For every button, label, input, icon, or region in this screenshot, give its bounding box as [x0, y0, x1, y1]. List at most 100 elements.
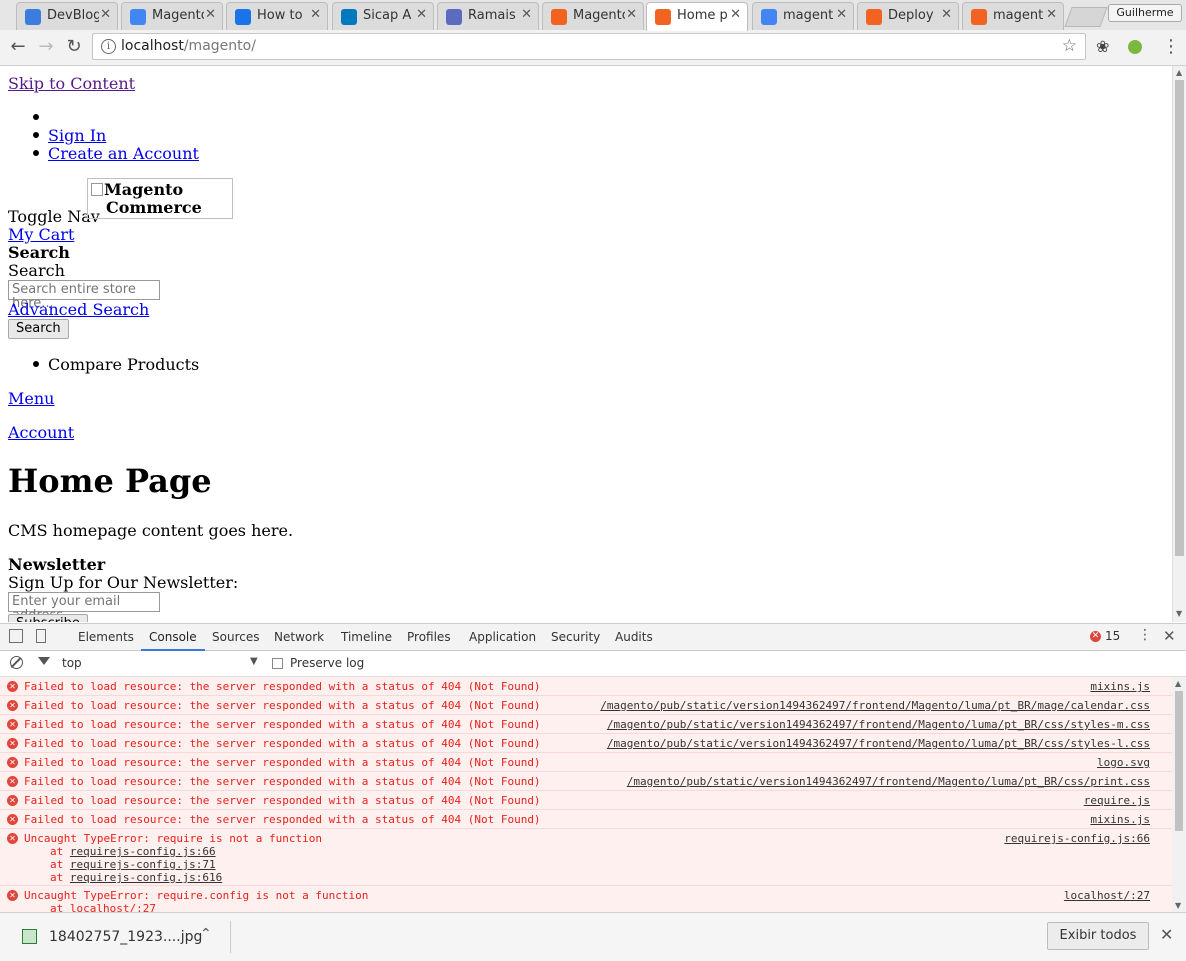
browser-tab[interactable]: magent ✕	[752, 2, 854, 30]
tab-close-icon[interactable]: ✕	[100, 7, 111, 22]
error-source-link[interactable]: /magento/pub/static/version1494362497/fr…	[607, 737, 1150, 750]
search-label: Search	[8, 261, 65, 280]
tab-close-icon[interactable]: ✕	[730, 7, 741, 22]
extension-bug-icon[interactable]: ❀	[1096, 37, 1109, 56]
error-source-link[interactable]: /magento/pub/static/version1494362497/fr…	[627, 775, 1150, 788]
newsletter-email-input[interactable]: Enter your email address	[8, 592, 160, 622]
stack-frame-link[interactable]: requirejs-config.js:616	[70, 871, 222, 884]
scroll-down-icon[interactable]: ▼	[1175, 901, 1181, 910]
site-info-icon[interactable]: i	[101, 39, 116, 54]
error-source-link[interactable]: requirejs-config.js:66	[1004, 832, 1150, 845]
error-source-link[interactable]: logo.svg	[1097, 756, 1150, 769]
extension-status-icon[interactable]	[1128, 40, 1142, 54]
browser-tab[interactable]: Magento ✕	[121, 2, 223, 30]
error-source-link[interactable]: mixins.js	[1090, 813, 1150, 826]
scroll-up-icon[interactable]: ▲	[1176, 68, 1182, 77]
my-cart-link[interactable]: My Cart	[8, 225, 74, 244]
browser-tab[interactable]: DevBlog ✕	[16, 2, 118, 30]
console-error-row: ✕ Failed to load resource: the server res…	[0, 810, 1172, 829]
list-bullet	[33, 114, 39, 120]
error-text: Failed to load resource: the server resp…	[24, 737, 541, 750]
clear-console-icon[interactable]	[10, 656, 23, 669]
stack-frame: at requirejs-config.js:616	[50, 871, 222, 884]
devtools-tab-console[interactable]: Console	[141, 630, 205, 651]
new-tab-button[interactable]	[1064, 7, 1108, 27]
filter-icon[interactable]	[38, 657, 50, 665]
tab-favicon-icon	[130, 9, 146, 25]
address-bar[interactable]: i localhost/magento/ ☆	[92, 33, 1086, 60]
tab-close-icon[interactable]: ✕	[416, 7, 427, 22]
account-link[interactable]: Account	[8, 423, 74, 442]
browser-tab[interactable]: Sicap A ✕	[332, 2, 434, 30]
stack-prefix: at	[50, 871, 64, 884]
page-scrollbar[interactable]: ▲ ▼	[1172, 66, 1186, 622]
stack-frame-link[interactable]: requirejs-config.js:66	[70, 845, 216, 858]
store-logo[interactable]: Magento Commerce	[87, 178, 233, 219]
inspect-element-icon[interactable]	[9, 629, 23, 643]
logo-alt-text: Magento	[104, 180, 184, 199]
browser-tab[interactable]: Magento ✕	[542, 2, 644, 30]
scroll-down-icon[interactable]: ▼	[1176, 609, 1182, 618]
browser-tab[interactable]: Home p ✕	[646, 2, 748, 31]
advanced-search-link[interactable]: Advanced Search	[8, 300, 149, 319]
menu-link[interactable]: Menu	[8, 389, 54, 408]
skip-to-content-link[interactable]: Skip to Content	[8, 74, 135, 93]
browser-menu-icon[interactable]: ⋮	[1162, 36, 1180, 57]
devtools-menu-icon[interactable]: ⋮	[1138, 627, 1152, 643]
forward-icon[interactable]: →	[36, 37, 56, 57]
tab-close-icon[interactable]: ✕	[205, 7, 216, 22]
create-account-link[interactable]: Create an Account	[48, 144, 199, 163]
error-counter[interactable]: ✕ 15	[1090, 629, 1120, 643]
tab-close-icon[interactable]: ✕	[521, 7, 532, 22]
devtools-tab-elements[interactable]: Elements	[78, 630, 134, 644]
error-source-link[interactable]: mixins.js	[1090, 680, 1150, 693]
device-toolbar-icon[interactable]	[36, 629, 46, 643]
console-error-row: ✕ Uncaught TypeError: require.config is …	[0, 886, 1172, 913]
tab-close-icon[interactable]: ✕	[310, 7, 321, 22]
close-download-bar-icon[interactable]: ✕	[1160, 925, 1173, 944]
bookmark-star-icon[interactable]: ☆	[1062, 36, 1077, 56]
devtools-tab-application[interactable]: Application	[469, 630, 536, 644]
preserve-log-checkbox[interactable]	[272, 658, 283, 669]
scrollbar-thumb[interactable]	[1175, 691, 1183, 831]
devtools-tab-timeline[interactable]: Timeline	[341, 630, 392, 644]
browser-tab[interactable]: How to ✕	[226, 2, 328, 30]
search-input[interactable]: Search entire store here...	[8, 280, 160, 311]
chevron-up-icon[interactable]: ⌃	[200, 926, 212, 942]
scroll-up-icon[interactable]: ▲	[1175, 679, 1181, 688]
back-icon[interactable]: ←	[8, 37, 28, 57]
devtools-tab-network[interactable]: Network	[274, 630, 324, 644]
tab-label: magent	[783, 8, 834, 23]
stack-frame-link[interactable]: requirejs-config.js:71	[70, 858, 216, 871]
devtools-tab-security[interactable]: Security	[551, 630, 600, 644]
error-source-link[interactable]: /magento/pub/static/version1494362497/fr…	[607, 718, 1150, 731]
download-item[interactable]: 18402757_1923....jpg	[49, 929, 202, 945]
url-text[interactable]: localhost/magento/	[121, 38, 256, 54]
profile-button[interactable]: Guilherme	[1108, 4, 1182, 22]
context-selector[interactable]: top	[62, 656, 82, 670]
console-toolbar: top ▼ Preserve log	[0, 651, 1186, 677]
tab-close-icon[interactable]: ✕	[1046, 7, 1057, 22]
error-source-link[interactable]: /magento/pub/static/version1494362497/fr…	[600, 699, 1150, 712]
devtools-close-icon[interactable]: ✕	[1163, 627, 1176, 645]
devtools-tab-profiles[interactable]: Profiles	[407, 630, 451, 644]
error-icon: ✕	[7, 700, 18, 711]
context-dropdown-icon[interactable]: ▼	[250, 656, 258, 667]
browser-tab[interactable]: Deploy ✕	[857, 2, 959, 30]
sign-in-link[interactable]: Sign In	[48, 126, 106, 145]
devtools-tab-sources[interactable]: Sources	[212, 630, 259, 644]
tab-close-icon[interactable]: ✕	[626, 7, 637, 22]
tab-close-icon[interactable]: ✕	[836, 7, 847, 22]
console-scrollbar[interactable]: ▲ ▼	[1172, 677, 1186, 913]
error-source-link[interactable]: localhost/:27	[1064, 889, 1150, 902]
show-all-downloads-button[interactable]: Exibir todos	[1047, 922, 1149, 950]
browser-tab[interactable]: magent ✕	[962, 2, 1064, 30]
subscribe-button[interactable]: Subscribe	[8, 614, 88, 622]
reload-icon[interactable]: ↻	[64, 37, 84, 57]
scrollbar-thumb[interactable]	[1175, 80, 1184, 556]
tab-close-icon[interactable]: ✕	[941, 7, 952, 22]
devtools-tab-audits[interactable]: Audits	[615, 630, 653, 644]
browser-tab[interactable]: Ramais ✕	[437, 2, 539, 30]
error-source-link[interactable]: require.js	[1084, 794, 1150, 807]
search-button[interactable]: Search	[8, 319, 69, 339]
